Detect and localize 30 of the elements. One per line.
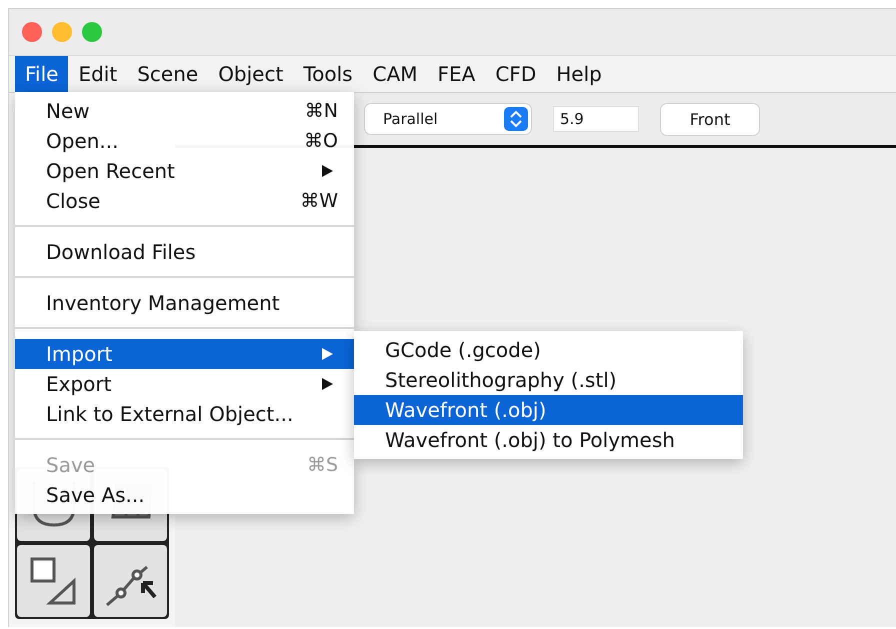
menu-item[interactable]: Inventory Management [15, 288, 354, 318]
menu-item[interactable]: Open Recent [15, 156, 354, 186]
menu-item[interactable]: Close ⌘W [15, 186, 354, 216]
menu-title[interactable]: File [15, 56, 68, 92]
menu-title[interactable]: CFD [485, 56, 546, 92]
scale-field[interactable]: 5.9 [553, 106, 639, 132]
zoom-button[interactable] [82, 22, 102, 42]
menu-title[interactable]: FEA [428, 56, 486, 92]
menu-item[interactable]: New ⌘N [15, 96, 354, 126]
menu-item[interactable]: Export [15, 369, 354, 399]
menu-title[interactable]: Object [208, 56, 294, 92]
stepper-icon [504, 107, 528, 131]
menu-item[interactable]: Wavefront (.obj) [354, 395, 743, 425]
minimize-button[interactable] [52, 22, 72, 42]
menu-title[interactable]: Edit [68, 56, 128, 92]
menu-title[interactable]: CAM [362, 56, 428, 92]
menu-title[interactable]: Scene [127, 56, 208, 92]
close-button[interactable] [22, 22, 42, 42]
menu-title[interactable]: Tools [293, 56, 363, 92]
menu-item[interactable]: Stereolithography (.stl) [354, 365, 743, 395]
menu-title[interactable]: Help [546, 56, 612, 92]
menu-item[interactable]: GCode (.gcode) [354, 335, 743, 365]
front-view-button[interactable]: Front [661, 104, 759, 134]
menu-item[interactable]: Link to External Object... [15, 399, 354, 429]
menu-item[interactable]: Open... ⌘O [15, 126, 354, 156]
menu-item[interactable]: Wavefront (.obj) to Polymesh [354, 425, 743, 455]
menu-item[interactable]: Save As... [15, 480, 354, 510]
menu-item[interactable]: Import [15, 339, 354, 369]
menu-item[interactable]: Download Files [15, 237, 354, 267]
projection-dropdown[interactable]: Parallel [365, 104, 531, 134]
